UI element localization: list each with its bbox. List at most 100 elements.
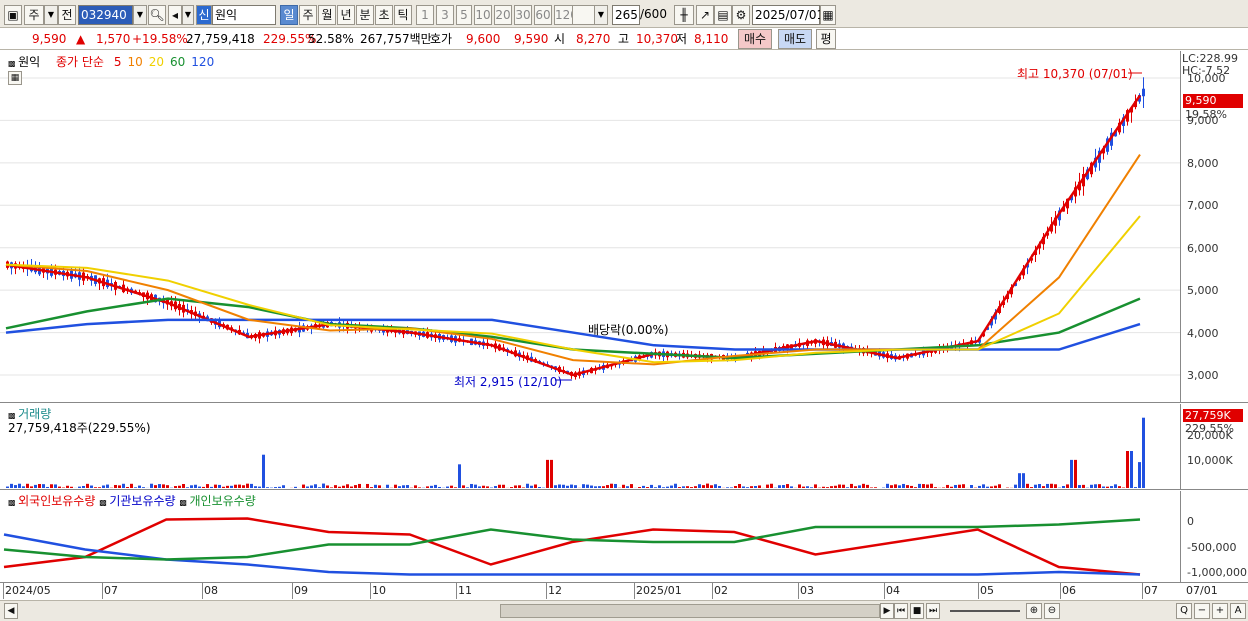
date-input[interactable]: 2025/07/01 (752, 5, 824, 25)
indicator-icon[interactable]: ↗ (696, 5, 714, 25)
volume-bar (1118, 486, 1121, 488)
stop-icon[interactable]: ■ (910, 603, 924, 619)
save-icon[interactable]: ▤ (714, 5, 732, 25)
x-label: 02 (714, 584, 728, 597)
interval-dropdown-icon[interactable]: ▼ (594, 5, 608, 25)
volume-bar (26, 483, 29, 488)
volume-bar (378, 485, 381, 488)
forward-icon[interactable]: ⏭ (926, 603, 940, 619)
buy-button[interactable]: 매수 (738, 29, 772, 49)
x-tick-mark (884, 583, 885, 599)
search-icon-2[interactable]: Q (1176, 603, 1192, 619)
price-tick: 6,000 (1187, 242, 1219, 255)
plus-icon[interactable]: + (1212, 603, 1228, 619)
zoom-in-icon[interactable]: ⊕ (1026, 603, 1042, 619)
layout-icon[interactable]: ▣ (4, 5, 22, 25)
period-4-button[interactable]: 분 (356, 5, 374, 25)
volume-bar (606, 485, 609, 488)
volume-bar (654, 487, 657, 488)
volume-bar (502, 484, 505, 488)
scroll-right-icon[interactable]: ▶ (880, 603, 894, 619)
volume-bar (86, 483, 89, 488)
period-6-button[interactable]: 틱 (394, 5, 412, 25)
eval-button[interactable]: 평 (816, 29, 836, 49)
speaker-dropdown-icon[interactable]: ▼ (182, 5, 194, 25)
minute-3-button[interactable]: 3 (436, 5, 454, 25)
volume-bar (158, 484, 161, 488)
font-size-icon[interactable]: A (1230, 603, 1246, 619)
volume-axis[interactable]: 27,759K 229.55% 20,000K 10,000K (1180, 404, 1248, 490)
x-label: 06 (1062, 584, 1076, 597)
volume-bar (698, 484, 701, 488)
candle-icon[interactable]: ╫ (674, 5, 694, 25)
minute-60-button[interactable]: 60 (534, 5, 552, 25)
volume-bar (238, 484, 241, 488)
period-5-button[interactable]: 초 (375, 5, 393, 25)
volume-bar (810, 487, 813, 488)
chevron-down-icon[interactable]: ▼ (44, 5, 58, 25)
calendar-icon[interactable]: ▦ (820, 5, 836, 25)
holdings-axis[interactable]: 0 -500,000 -1,000,000 (1180, 491, 1248, 583)
gear-icon[interactable]: ⚙ (732, 5, 750, 25)
period-1-button[interactable]: 주 (299, 5, 317, 25)
volume-bar (374, 484, 377, 488)
volume-bar (194, 484, 197, 488)
volume-bar (1138, 462, 1141, 488)
volume-bar (850, 483, 853, 488)
x-label: 12 (548, 584, 562, 597)
volume-bar (450, 485, 453, 488)
rewind-icon[interactable]: ⏮ (894, 603, 908, 619)
volume-bar (454, 487, 457, 488)
period-3-button[interactable]: 년 (337, 5, 355, 25)
period-2-button[interactable]: 월 (318, 5, 336, 25)
scroll-thumb[interactable] (500, 604, 880, 618)
scroll-bar[interactable]: ◀ ▶ ⏮ ■ ⏭ ⊕ ⊖ Q − + A (0, 600, 1248, 621)
high-price: 10,370 (636, 32, 678, 46)
volume-bar (566, 485, 569, 488)
minute-5-button[interactable]: 5 (456, 5, 472, 25)
zoom-slider[interactable] (950, 610, 1020, 612)
volume-bar (18, 483, 21, 488)
volume-bar (178, 485, 181, 488)
volume-bar (790, 486, 793, 488)
period-0-button[interactable]: 일 (280, 5, 298, 25)
stock-name-field[interactable]: 원익 (212, 5, 276, 25)
volume-bar (1094, 484, 1097, 488)
volume-bar (970, 484, 973, 488)
volume-bar (670, 485, 673, 488)
volume-bar (582, 484, 585, 488)
search-icon[interactable]: 🔍︎ (148, 5, 166, 25)
volume-bar (42, 484, 45, 488)
volume-bar (550, 459, 553, 488)
volume-bar (222, 486, 225, 488)
minute-10-button[interactable]: 10 (474, 5, 492, 25)
scroll-left-icon[interactable]: ◀ (4, 603, 18, 619)
volume-bar (630, 484, 633, 488)
volume-bar (14, 485, 17, 488)
minus-icon[interactable]: − (1194, 603, 1210, 619)
count-input[interactable]: 265 (612, 5, 640, 25)
volume-bar (1102, 486, 1105, 488)
holdings-pane[interactable]: ▩ 외국인보유수량 ▩ 기관보유수량 ▩ 개인보유수량 (0, 491, 1180, 583)
minute-120-button[interactable]: 120 (554, 5, 578, 25)
price-pane[interactable]: ▩ 원익 종가 단순 5 10 20 60 120 ▦ 최고 10,370 (07/01… (0, 51, 1180, 403)
volume-pane[interactable]: ▩ 거래량 27,759,418주(229.55%) (0, 404, 1180, 490)
stock-code-input[interactable]: 032940 (78, 5, 133, 25)
item-kind-select[interactable]: 주 (24, 5, 44, 25)
sell-button[interactable]: 매도 (778, 29, 812, 49)
volume-bar (770, 483, 773, 488)
speaker-icon[interactable]: ◂ (168, 5, 182, 25)
volume-bar (478, 486, 481, 488)
zoom-out-icon[interactable]: ⊖ (1044, 603, 1060, 619)
price-axis[interactable]: LC:228.99 HC:-7.52 10,000 9,000 8,000 7,000… (1180, 51, 1248, 403)
volume-bar (294, 486, 297, 488)
minute-1-button[interactable]: 1 (416, 5, 434, 25)
minute-30-button[interactable]: 30 (514, 5, 532, 25)
code-dropdown-icon[interactable]: ▼ (133, 5, 147, 25)
full-code-button[interactable]: 전 (58, 5, 76, 25)
volume-bar (834, 485, 837, 488)
minute-20-button[interactable]: 20 (494, 5, 512, 25)
volume-bar (342, 485, 345, 488)
table-icon[interactable]: ▦ (8, 71, 22, 85)
volume-bar (570, 484, 573, 488)
